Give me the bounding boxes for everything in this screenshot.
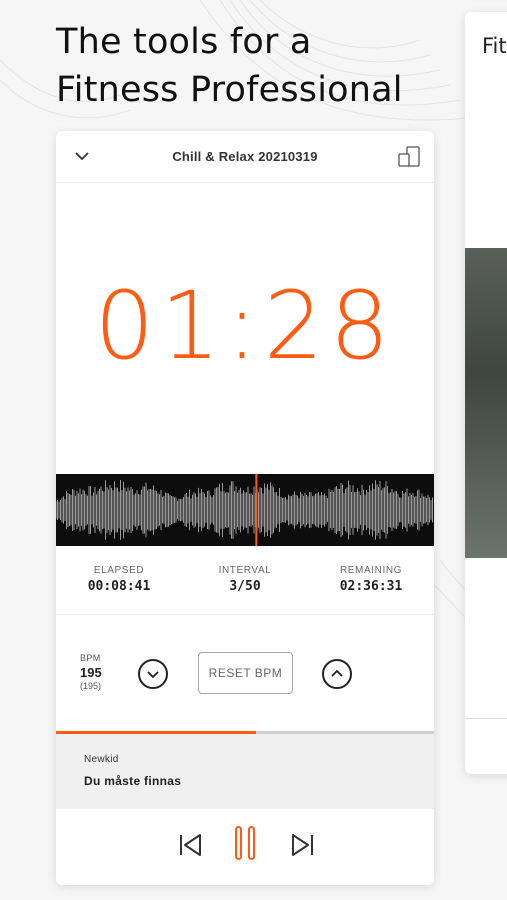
bpm-down-button[interactable] — [138, 659, 168, 689]
headline: The tools for a Fitness Professional — [56, 18, 403, 114]
skip-next-icon[interactable] — [289, 831, 315, 859]
track-title: Chill & Relax 20210319 — [172, 149, 318, 164]
player-topbar: Chill & Relax 20210319 — [56, 131, 434, 183]
headline-line-2: Fitness Professional — [56, 70, 403, 110]
skip-previous-icon[interactable] — [178, 831, 204, 859]
side-card-divider — [465, 718, 507, 719]
interval-stat: INTERVAL 3/50 — [190, 565, 300, 594]
bpm-label: BPM — [80, 653, 101, 663]
devices-icon[interactable] — [398, 146, 422, 168]
now-playing-song: Du måste finnas — [84, 774, 182, 788]
interval-value: 3/50 — [229, 579, 261, 594]
elapsed-value: 00:08:41 — [87, 579, 151, 594]
side-card-title: Fit — [482, 34, 507, 58]
stats-divider — [56, 614, 434, 615]
bpm-up-button[interactable] — [322, 659, 352, 689]
remaining-label: REMAINING — [339, 565, 403, 576]
interval-label: INTERVAL — [218, 565, 272, 576]
pause-icon[interactable] — [234, 825, 256, 861]
transport-controls — [56, 809, 434, 885]
interval-timer: 01:28 — [94, 272, 396, 381]
now-playing: Newkid Du måste finnas — [56, 734, 434, 809]
headline-line-1: The tools for a — [56, 22, 312, 62]
waveform[interactable] — [56, 474, 434, 546]
elapsed-label: ELAPSED — [93, 565, 145, 576]
stats-row: ELAPSED 00:08:41 INTERVAL 3/50 REMAINING… — [56, 565, 434, 615]
bpm-original: (195) — [80, 681, 102, 691]
chevron-up-circle-icon — [331, 669, 343, 677]
remaining-stat: REMAINING 02:36:31 — [316, 565, 426, 594]
bpm-value: 195 — [80, 665, 102, 680]
next-screenshot-card: Fit — [465, 12, 507, 774]
bpm-readout: BPM 195 (195) — [80, 653, 102, 691]
elapsed-stat: ELAPSED 00:08:41 — [64, 565, 174, 594]
side-card-photo — [465, 248, 507, 558]
reset-bpm-button[interactable]: RESET BPM — [198, 652, 293, 694]
chevron-down-circle-icon — [147, 671, 159, 679]
player-screen: Chill & Relax 20210319 01:28 ELAPSED 00:… — [56, 131, 434, 885]
remaining-value: 02:36:31 — [339, 579, 403, 594]
now-playing-artist: Newkid — [84, 754, 119, 765]
